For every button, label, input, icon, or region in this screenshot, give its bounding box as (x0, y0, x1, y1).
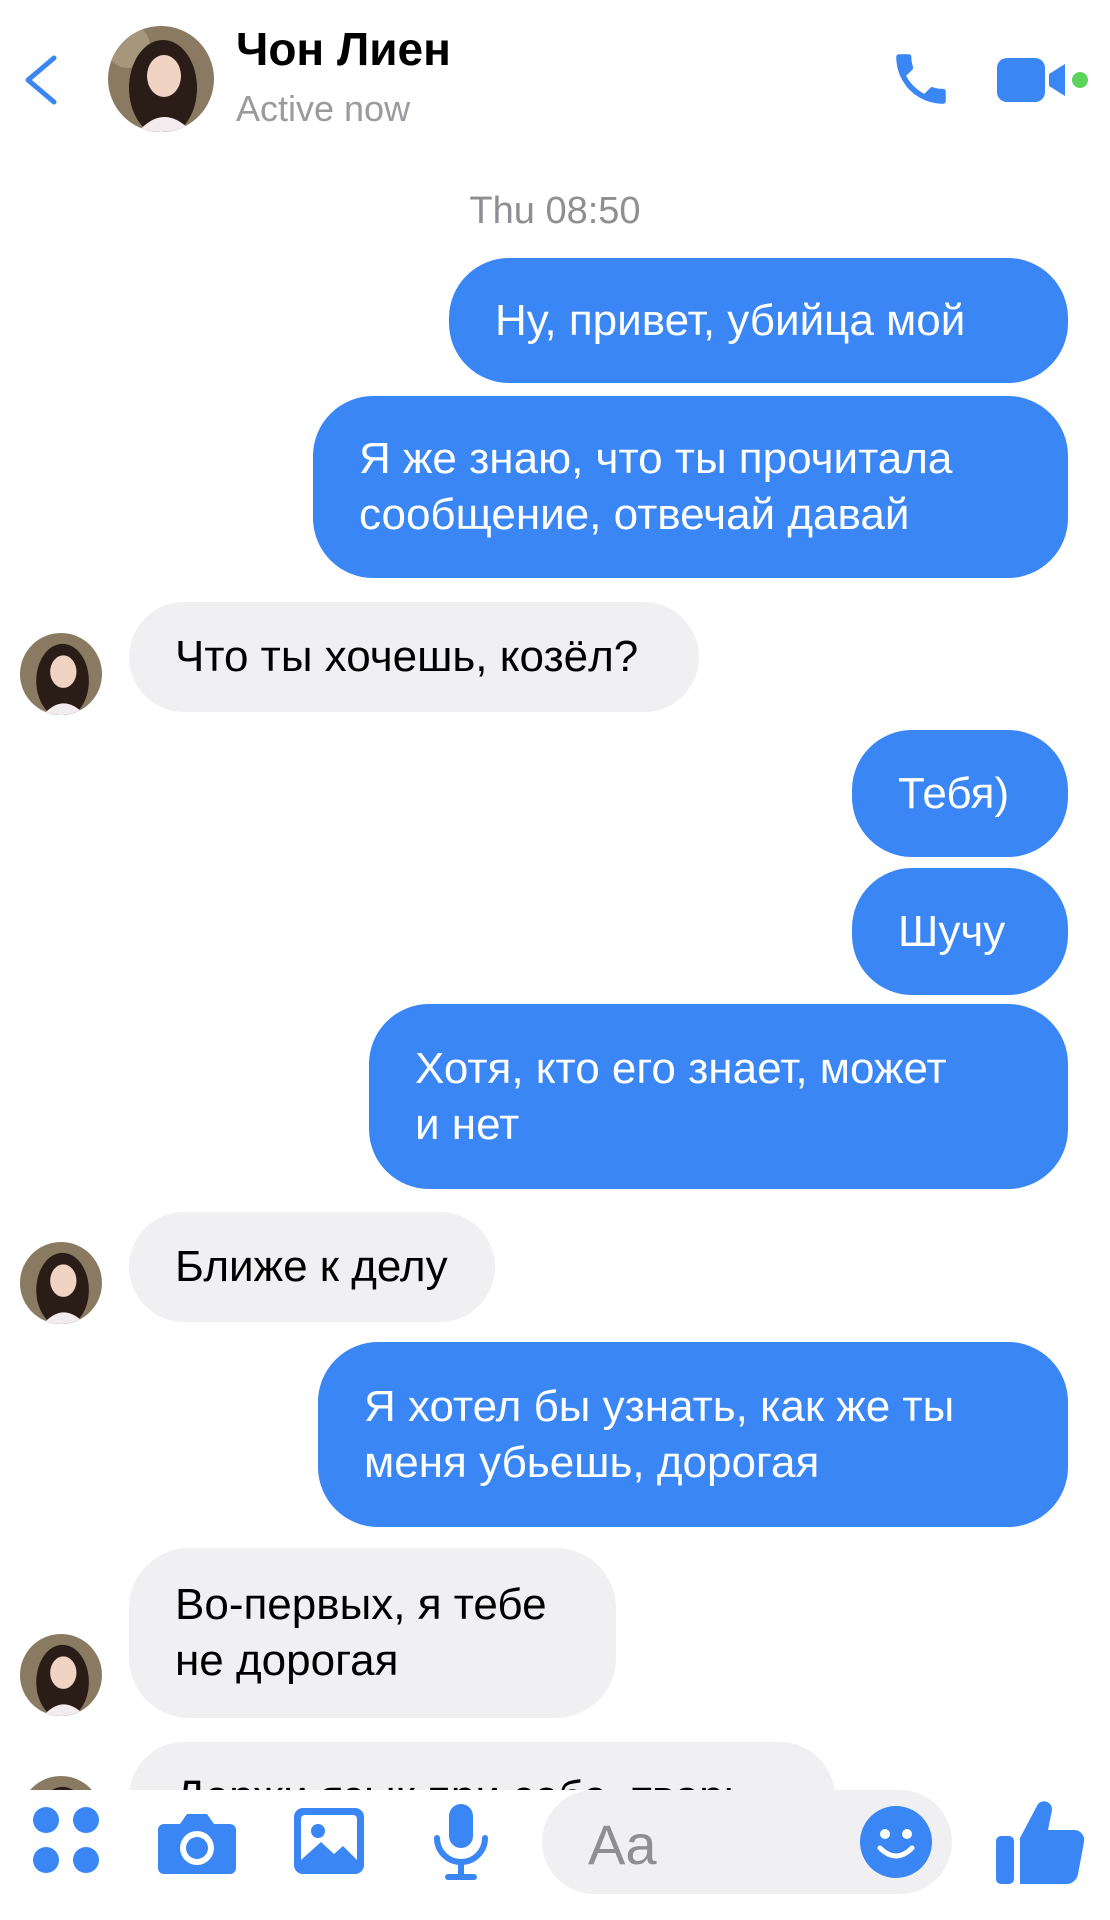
outgoing-message[interactable]: Шучу (852, 868, 1068, 995)
apps-button[interactable] (24, 1798, 110, 1884)
emoji-button[interactable] (858, 1804, 934, 1880)
message-text: Тебя) (898, 768, 1010, 818)
voice-call-button[interactable] (888, 46, 954, 112)
message-timestamp: Thu 08:50 (469, 190, 641, 232)
message-text-line: и нет (415, 1099, 520, 1149)
video-camera-icon (997, 58, 1088, 102)
contact-mini-avatar[interactable] (20, 1634, 102, 1716)
phone-icon (896, 54, 946, 104)
microphone-icon (434, 1804, 488, 1880)
thumbs-up-icon (996, 1801, 1085, 1885)
incoming-message[interactable]: Во-первых, я тебе не дорогая (129, 1548, 616, 1718)
incoming-message[interactable]: Что ты хочешь, козёл? (129, 602, 699, 712)
contact-mini-avatar[interactable] (20, 1242, 102, 1324)
contact-avatar[interactable] (108, 26, 214, 132)
outgoing-message[interactable]: Тебя) (852, 730, 1068, 857)
outgoing-message[interactable]: Я же знаю, что ты прочитала сообщение, о… (313, 396, 1068, 578)
message-text: Что ты хочешь, козёл? (175, 632, 639, 681)
message-input[interactable]: Aa (542, 1790, 952, 1894)
apps-icon (33, 1807, 99, 1873)
voice-message-button[interactable] (418, 1798, 504, 1884)
message-text: Ближе к делу (175, 1242, 448, 1291)
message-text-line: сообщение, отвечай давай (359, 490, 910, 539)
incoming-message[interactable]: Ближе к делу (129, 1212, 495, 1322)
message-input-placeholder: Aa (588, 1813, 657, 1876)
gallery-button[interactable] (286, 1798, 372, 1884)
smiley-icon (860, 1806, 932, 1878)
camera-icon (158, 1814, 236, 1874)
outgoing-message[interactable]: Я хотел бы узнать, как же ты меня убьешь… (318, 1342, 1068, 1527)
message-text-line: Я же знаю, что ты прочитала (359, 434, 953, 483)
message-text-line: Во-первых, я тебе (175, 1580, 547, 1629)
outgoing-message[interactable]: Ну, привет, убийца мой (449, 258, 1068, 383)
chat-header: Чон Лиен Active now (0, 0, 1110, 150)
outgoing-message[interactable]: Хотя, кто его знает, может и нет (369, 1004, 1068, 1189)
active-status: Active now (236, 88, 411, 129)
message-text-line: меня убьешь, дорогая (364, 1437, 820, 1487)
video-call-button[interactable] (995, 52, 1091, 108)
like-button[interactable] (990, 1792, 1090, 1892)
message-text: Шучу (898, 906, 1006, 956)
gallery-icon (294, 1808, 364, 1874)
camera-button[interactable] (154, 1798, 240, 1884)
message-text: Ну, привет, убийца мой (495, 295, 966, 345)
contact-name[interactable]: Чон Лиен (236, 22, 451, 76)
back-button[interactable] (18, 50, 68, 110)
contact-mini-avatar[interactable] (20, 633, 102, 715)
chevron-left-icon (25, 55, 57, 105)
online-dot (1072, 72, 1088, 88)
message-text-line: Я хотел бы узнать, как же ты (364, 1381, 955, 1431)
message-text-line: не дорогая (175, 1636, 399, 1685)
message-text-line: Хотя, кто его знает, может (415, 1043, 947, 1093)
